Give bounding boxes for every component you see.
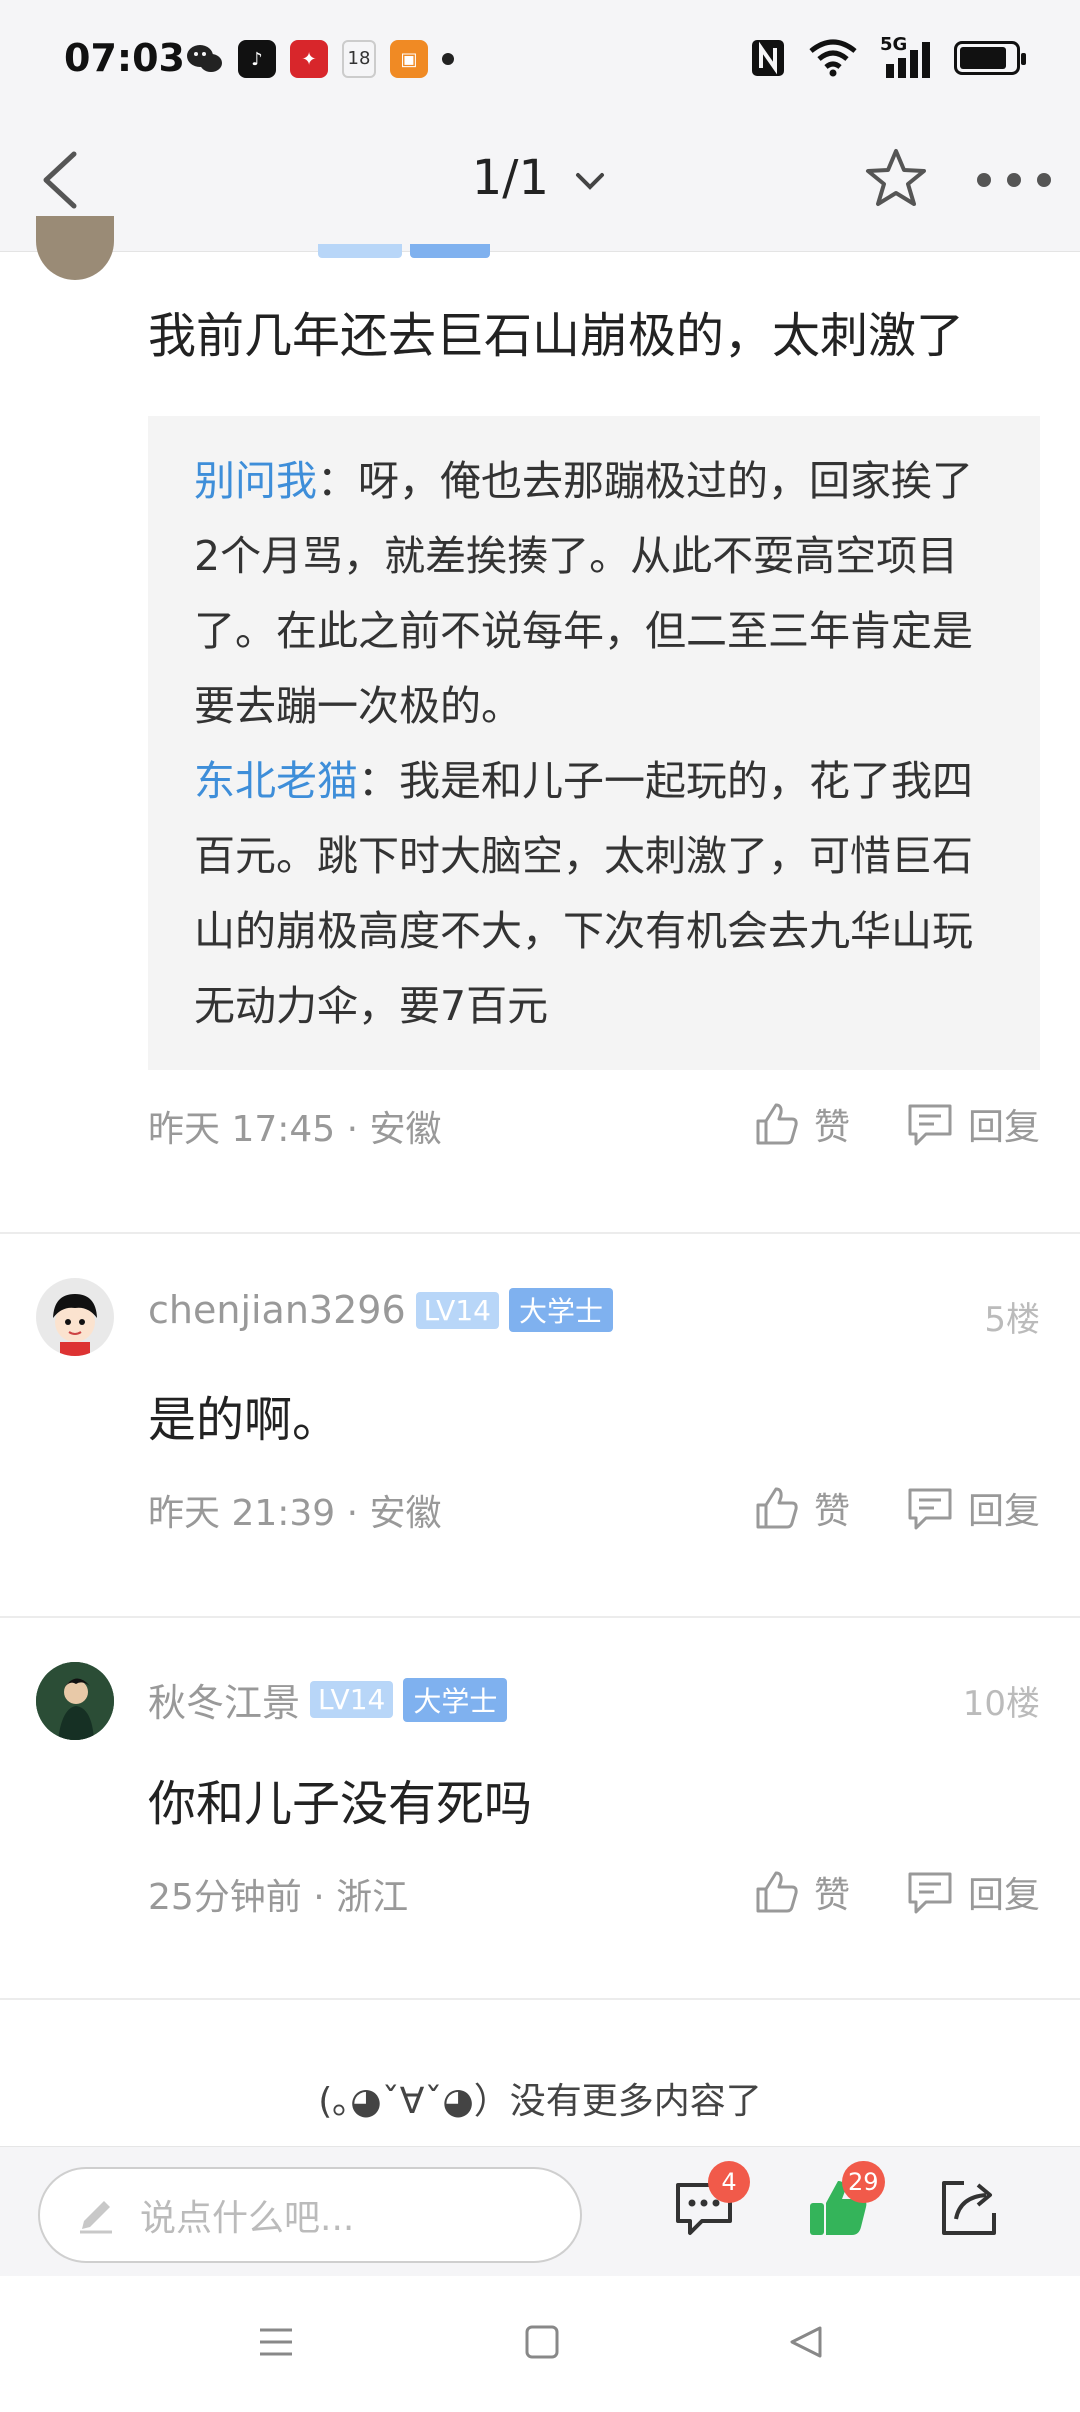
- share-button[interactable]: [936, 2175, 1006, 2245]
- bottom-action-bar: 说点什么吧... 4 29: [0, 2146, 1080, 2276]
- app-red-icon: ✦: [290, 40, 328, 78]
- battery-icon: [954, 41, 1026, 75]
- reply-quote-box[interactable]: 别问我：呀，俺也去那蹦极过的，回家挨了2个月骂，就差挨揍了。从此不耍高空项目了。…: [148, 416, 1040, 1070]
- menu-icon[interactable]: [256, 2322, 296, 2362]
- status-time: 07:03: [64, 36, 185, 80]
- level-badge: [318, 244, 402, 258]
- divider: [0, 1616, 1080, 1618]
- rank-badge: 大学士: [403, 1677, 508, 1722]
- divider: [0, 1998, 1080, 2000]
- reply-button[interactable]: 回复: [906, 1866, 1040, 1918]
- comment-icon: [908, 1872, 952, 1914]
- like-count-badge: 29: [842, 2161, 885, 2203]
- comments-button[interactable]: 4: [672, 2161, 750, 2245]
- like-post-button[interactable]: 29: [806, 2161, 885, 2245]
- reply-username[interactable]: 别问我: [194, 457, 317, 505]
- level-badge: LV14: [415, 1291, 499, 1329]
- end-of-list-message: (｡◕ˇ∀ˇ◕）没有更多内容了: [318, 2081, 762, 2122]
- comment-text: 是的啊。: [148, 1392, 341, 1448]
- comment-actions: 赞 回复: [754, 1866, 1040, 1918]
- rank-badge: [410, 244, 490, 258]
- reply-item: 东北老猫：我是和儿子一起玩的，花了我四百元。跳下时大脑空，太刺激了，可惜巨石山的…: [194, 757, 973, 1030]
- thumbs-up-icon: [756, 1871, 798, 1913]
- reply-item: 别问我：呀，俺也去那蹦极过的，回家挨了2个月骂，就差挨揍了。从此不耍高空项目了。…: [194, 457, 973, 730]
- star-icon[interactable]: [864, 146, 928, 210]
- reply-button[interactable]: 回复: [906, 1482, 1040, 1534]
- comment-count-badge: 4: [708, 2161, 750, 2203]
- comment-meta: 昨天 17:45 · 安徽: [148, 1109, 442, 1150]
- nfc-icon: [752, 40, 784, 76]
- comment-meta: 昨天 21:39 · 安徽: [148, 1493, 442, 1534]
- page-indicator-label: 1/1: [471, 150, 549, 206]
- level-badge: LV14: [310, 1681, 394, 1718]
- username[interactable]: 秋冬江景: [148, 1672, 300, 1727]
- home-icon[interactable]: [522, 2322, 562, 2362]
- pencil-icon: [80, 2201, 112, 2234]
- chevron-down-icon: [576, 173, 605, 190]
- reply-username[interactable]: 东北老猫: [194, 757, 358, 805]
- comment-icon: [908, 1104, 952, 1146]
- app-orange-icon: ▣: [390, 40, 428, 78]
- notification-icons: ♪ ✦ 18 ▣: [186, 40, 454, 78]
- comment-actions: 赞 回复: [754, 1482, 1040, 1534]
- comment-username-row: 秋冬江景 LV14 大学士: [148, 1672, 508, 1727]
- avatar[interactable]: [36, 216, 114, 280]
- like-button[interactable]: 赞: [754, 1866, 850, 1918]
- signal-5g-icon: 5G: [880, 34, 932, 78]
- like-button[interactable]: 赞: [754, 1482, 850, 1534]
- comment-icon: [908, 1488, 952, 1530]
- comment-input[interactable]: 说点什么吧...: [38, 2167, 582, 2263]
- comment-text: 我前几年还去巨石山崩极的，太刺激了: [148, 308, 965, 364]
- thumbs-up-icon: [756, 1487, 798, 1529]
- comment-text: 你和儿子没有死吗: [148, 1776, 533, 1832]
- dot-icon: [442, 53, 454, 65]
- system-status-icons: 5G: [750, 34, 1026, 78]
- username[interactable]: chenjian3296: [148, 1288, 406, 1332]
- wifi-icon: [809, 39, 857, 77]
- top-nav-bar: 1/1: [0, 108, 1080, 252]
- share-icon: [942, 2181, 996, 2235]
- floor-number: 5楼: [984, 1300, 1040, 1340]
- more-options-icon[interactable]: [974, 172, 1054, 188]
- system-navigation-bar: [0, 2276, 1080, 2412]
- comment-actions: 赞 回复: [754, 1098, 1040, 1150]
- like-button[interactable]: 赞: [754, 1098, 850, 1150]
- rank-badge: 大学士: [508, 1288, 613, 1332]
- thumbs-up-icon: [756, 1103, 798, 1145]
- divider: [0, 1232, 1080, 1234]
- calendar-icon: 18: [342, 40, 376, 78]
- comment-meta: 25分钟前 · 浙江: [148, 1877, 409, 1918]
- wechat-icon: [187, 45, 222, 72]
- comment-username-row: chenjian3296 LV14 大学士: [148, 1288, 613, 1332]
- reply-button[interactable]: 回复: [906, 1098, 1040, 1150]
- avatar[interactable]: [36, 1278, 114, 1356]
- comment-input-placeholder: 说点什么吧...: [140, 2198, 355, 2239]
- back-triangle-icon[interactable]: [786, 2322, 826, 2362]
- floor-number: 10楼: [962, 1684, 1040, 1724]
- status-bar: 07:03 ♪ ✦ 18 ▣ 5G: [0, 0, 1080, 108]
- avatar[interactable]: [36, 1662, 114, 1740]
- tiktok-icon: ♪: [238, 40, 276, 78]
